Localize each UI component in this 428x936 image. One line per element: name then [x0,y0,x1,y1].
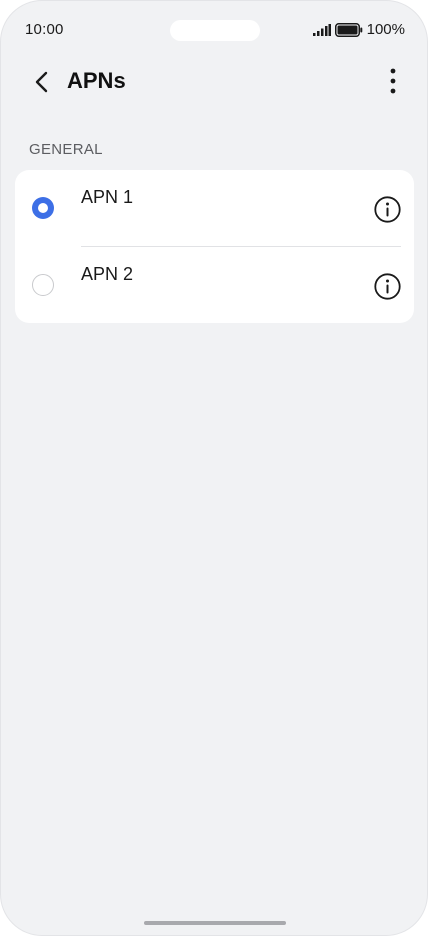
apn-list-item[interactable]: APN 2 [15,247,414,323]
apn-list-card: APN 1 APN 2 [15,170,414,323]
home-indicator[interactable] [144,921,286,925]
back-button[interactable] [27,67,57,97]
more-options-button[interactable] [381,67,405,95]
status-time: 10:00 [25,21,64,38]
status-indicators: 100% [312,21,405,38]
info-button[interactable] [373,195,401,223]
radio-button-unselected[interactable] [32,274,54,296]
info-icon [373,195,401,223]
section-header-general: GENERAL [29,141,103,158]
battery-percentage: 100% [366,21,405,38]
radio-button-selected[interactable] [32,197,54,219]
battery-icon [334,22,362,37]
info-button[interactable] [373,272,401,300]
apn-list-item[interactable]: APN 1 [15,170,414,246]
chevron-left-icon [35,71,48,93]
status-bar: 10:00 100% [1,1,427,59]
phone-screen: 10:00 100% APNs GENERAL APN 1 APN 2 [0,0,428,936]
app-bar: APNs [1,59,427,103]
apn-name: APN 1 [81,187,134,207]
page-title: APNs [67,68,126,93]
info-icon [373,272,401,300]
camera-cutout [170,20,260,41]
signal-icon [312,23,331,36]
more-vertical-icon [390,68,396,94]
apn-name: APN 2 [81,264,134,284]
